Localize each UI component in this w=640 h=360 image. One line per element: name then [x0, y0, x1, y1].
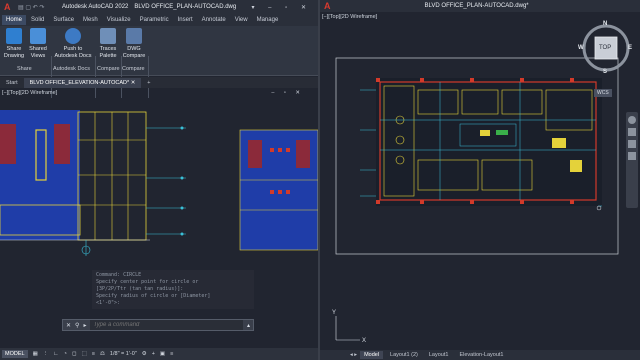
right-title-bar: A BLVD OFFICE_PLAN-AUTOCAD.dwg* [320, 0, 640, 12]
customize-icon[interactable]: ≡ [170, 351, 173, 357]
file-tabs: Start BLVD OFFICE_ELEVATION-AUTOCAD* ✕ + [0, 77, 318, 88]
dwg-compare-button[interactable]: DWG Compare [122, 28, 146, 60]
window-controls[interactable]: ▾ – ▫ ✕ [251, 4, 312, 11]
status-bar: MODEL ▦ ⋮ ∟ ◔ ◻ ⬚ ≡ ⚖ 1/8" = 1'-0" ⚙ + ▣… [0, 348, 318, 360]
close-command-icon[interactable]: ✕ [66, 322, 71, 329]
panel-label-compare-traces: Compare [97, 66, 120, 72]
model-space-toggle[interactable]: MODEL [2, 350, 28, 358]
steering-wheel-icon[interactable] [628, 116, 636, 124]
layout-tab-layout1[interactable]: Layout1 [425, 351, 453, 359]
plan-area [376, 78, 602, 206]
svg-text:X: X [362, 338, 366, 344]
gear-icon[interactable]: ⚙ [142, 351, 147, 357]
ribbon-tab-mesh[interactable]: Mesh [79, 15, 102, 25]
annotation-scale-icon[interactable]: ⚖ [100, 351, 105, 357]
traces-palette-icon [100, 28, 116, 44]
orbit-icon[interactable] [628, 152, 636, 160]
new-tab-icon[interactable]: + [141, 78, 156, 88]
ribbon-tab-visualize[interactable]: Visualize [103, 15, 135, 25]
push-to-docs-icon [65, 28, 81, 44]
layout-tabs: ◂ ▸ Model Layout1 (2) Layout1 Elevation-… [320, 350, 640, 360]
ucs-icon [335, 316, 360, 341]
command-dropdown-icon[interactable]: ▴ [247, 322, 250, 329]
layout-tab-model[interactable]: Model [360, 351, 384, 359]
ribbon-tab-solid[interactable]: Solid [27, 15, 48, 25]
right-autocad-window: A BLVD OFFICE_PLAN-AUTOCAD.dwg* [−][Top]… [320, 0, 640, 360]
plus-icon[interactable]: + [152, 351, 155, 357]
polar-icon[interactable]: ◔ [64, 351, 67, 357]
zoom-icon[interactable] [628, 140, 636, 148]
command-input[interactable] [90, 320, 243, 330]
right-document-title: BLVD OFFICE_PLAN-AUTOCAD.dwg* [424, 3, 529, 9]
layout-tab-layout1-2[interactable]: Layout1 (2) [386, 351, 422, 359]
ribbon-tab-row: Home Solid Surface Mesh Visualize Parame… [0, 14, 318, 26]
annotation-scale[interactable]: 1/8" = 1'-0" [110, 351, 137, 357]
svg-text:Y: Y [332, 310, 336, 316]
left-title-bar: A ▤ ▢ ↶ ↷ Autodesk AutoCAD 2022 BLVD OFF… [0, 0, 318, 14]
share-drawing-button[interactable]: Share Drawing [2, 28, 26, 60]
ribbon-tab-view[interactable]: View [231, 15, 252, 25]
command-line: ✕ ⚲ ▸ ▴ [62, 319, 254, 331]
viewcube-east[interactable]: E [628, 45, 632, 51]
ortho-icon[interactable]: ∟ [53, 351, 58, 357]
viewport-controls[interactable]: – ▫ ✕ [271, 90, 304, 96]
push-to-autodesk-docs-button[interactable]: Push to Autodesk Docs [53, 28, 93, 60]
ribbon-tab-home[interactable]: Home [2, 15, 27, 25]
viewcube[interactable]: TOP N S E W [578, 20, 634, 76]
wcs-menu[interactable]: WCS [594, 89, 612, 97]
ribbon-tab-insert[interactable]: Insert [174, 15, 197, 25]
ribbon-tab-manage[interactable]: Manage [253, 15, 283, 25]
autocad-logo-icon-right[interactable]: A [324, 1, 331, 11]
ribbon-tab-annotate[interactable]: Annotate [198, 15, 230, 25]
left-autocad-window: A ▤ ▢ ↶ ↷ Autodesk AutoCAD 2022 BLVD OFF… [0, 0, 318, 360]
panel-label-autodesk-docs: Autodesk Docs [53, 66, 90, 72]
share-drawing-icon [6, 28, 22, 44]
app-title: Autodesk AutoCAD 2022 [62, 4, 129, 10]
navigation-bar[interactable] [626, 112, 638, 208]
panel-label-compare: Compare [122, 66, 145, 72]
traces-palette-button[interactable]: Traces Palette [97, 28, 119, 60]
ribbon-tab-surface[interactable]: Surface [49, 15, 78, 25]
shared-views-icon [30, 28, 46, 44]
isodraft-icon[interactable]: ⬚ [82, 351, 87, 357]
viewcube-north[interactable]: N [603, 21, 607, 27]
close-tab-icon[interactable]: ✕ [131, 80, 136, 86]
panel-label-share: Share [17, 66, 32, 72]
pan-icon[interactable] [628, 128, 636, 136]
lineweight-icon[interactable]: ≡ [92, 351, 95, 357]
viewcube-south[interactable]: S [603, 69, 607, 75]
command-history: Command: CIRCLE Specify center point for… [92, 270, 254, 309]
ribbon-panel: Share Drawing Shared Views Push to Autod… [0, 26, 318, 98]
command-prompt-icon: ▸ [83, 322, 87, 329]
left-viewport-label[interactable]: [−][Top][2D Wireframe] – ▫ ✕ [0, 90, 318, 100]
elevation-drawing-canvas[interactable] [0, 100, 318, 270]
file-tab-elevation[interactable]: BLVD OFFICE_ELEVATION-AUTOCAD* ✕ [23, 77, 142, 88]
viewcube-west[interactable]: W [578, 45, 584, 51]
ribbon-tab-parametric[interactable]: Parametric [136, 15, 173, 25]
viewcube-top-face[interactable]: TOP [599, 45, 611, 51]
file-tab-start[interactable]: Start [0, 78, 24, 88]
shared-views-button[interactable]: Shared Views [27, 28, 49, 60]
autocad-logo-icon[interactable]: A [4, 2, 14, 12]
clean-screen-icon[interactable]: ▣ [160, 351, 165, 357]
dwg-compare-icon [126, 28, 142, 44]
grid-icon[interactable]: ▦ [33, 351, 38, 357]
document-title: BLVD OFFICE_PLAN-AUTOCAD.dwg [134, 4, 237, 10]
elevation-level-lines [146, 127, 186, 235]
layout-nav-icon[interactable]: ◂ ▸ [350, 352, 357, 358]
elevation-grid-lines [78, 112, 146, 240]
quick-access-toolbar[interactable]: ▤ ▢ ↶ ↷ [18, 4, 54, 11]
customize-command-icon[interactable]: ⚲ [75, 322, 79, 329]
osnap-icon[interactable]: ◻ [72, 351, 77, 357]
snap-icon[interactable]: ⋮ [43, 351, 49, 357]
layout-tab-elevation[interactable]: Elevation-Layout1 [455, 351, 507, 359]
